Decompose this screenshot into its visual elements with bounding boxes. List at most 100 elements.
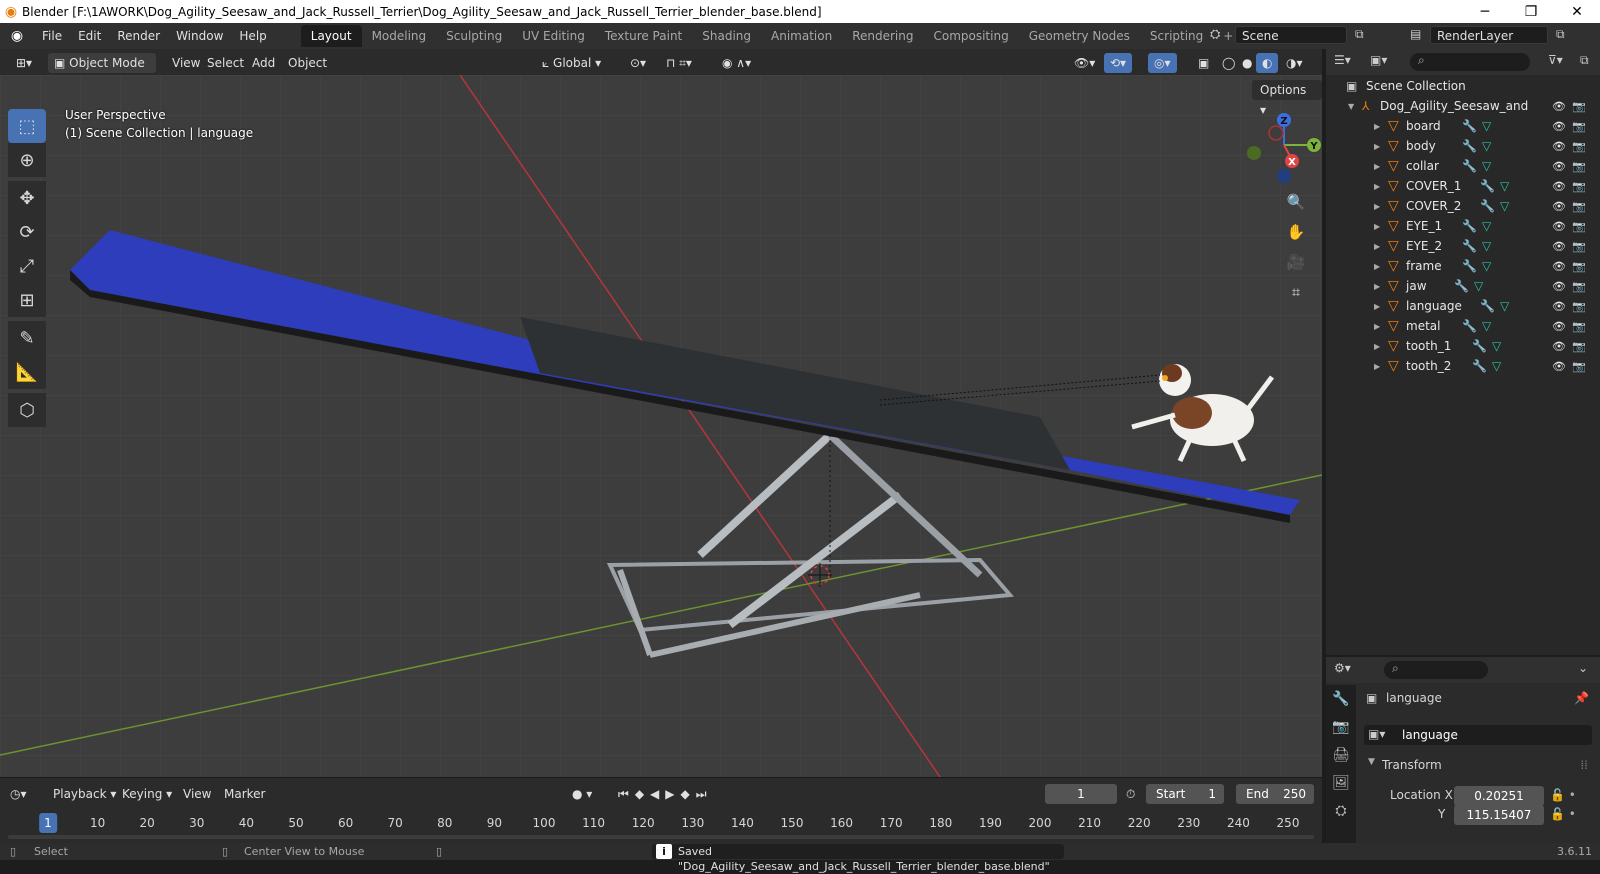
view-layer-tab-icon[interactable]: 🖼: [1326, 769, 1356, 797]
camera-icon[interactable]: 📷: [1572, 360, 1586, 373]
timeline-view-menu[interactable]: View: [183, 784, 211, 804]
expand-icon[interactable]: ▶: [1374, 282, 1380, 291]
pan-hand-icon[interactable]: ✋: [1283, 219, 1309, 245]
mesh-data-icon[interactable]: ▽: [1500, 299, 1509, 313]
tab-texture-paint[interactable]: Texture Paint: [595, 25, 692, 47]
modifier-wrench-icon[interactable]: 🔧: [1462, 319, 1477, 333]
expand-icon[interactable]: ▶: [1374, 182, 1380, 191]
scene-icon[interactable]: ⛭: [1210, 27, 1220, 42]
expand-icon[interactable]: ▶: [1374, 362, 1380, 371]
mesh-data-icon[interactable]: ▽: [1474, 279, 1483, 293]
start-frame-field[interactable]: Start 1: [1146, 784, 1224, 804]
modifier-wrench-icon[interactable]: 🔧: [1480, 299, 1495, 313]
outliner-item-body[interactable]: ▶ ▽ body 🔧 ▽ 👁 📷: [1326, 136, 1600, 156]
mode-selector[interactable]: ▣ Object Mode ▾: [48, 53, 156, 90]
eye-icon[interactable]: 👁: [1552, 260, 1566, 273]
camera-icon[interactable]: 📷: [1572, 280, 1586, 293]
eye-icon[interactable]: 👁: [1552, 120, 1566, 133]
render-layer-selector[interactable]: RenderLayer: [1430, 26, 1548, 44]
end-frame-field[interactable]: End 250: [1236, 784, 1314, 804]
render-layer-icon[interactable]: ▤: [1410, 27, 1421, 41]
marker-menu[interactable]: Marker: [224, 784, 265, 804]
rotate-tool-icon[interactable]: ⟳: [8, 215, 46, 249]
expand-icon[interactable]: ▶: [1374, 342, 1380, 351]
mesh-data-icon[interactable]: ▽: [1500, 179, 1509, 193]
tab-sculpting[interactable]: Sculpting: [436, 25, 512, 47]
eye-icon[interactable]: 👁: [1552, 160, 1566, 173]
properties-editor-type-icon[interactable]: ⚙▾: [1334, 661, 1351, 675]
eye-icon[interactable]: 👁: [1552, 280, 1566, 293]
select-menu[interactable]: Select: [201, 53, 250, 73]
scene-tab-icon[interactable]: ⛭: [1326, 797, 1356, 825]
tab-modeling[interactable]: Modeling: [362, 25, 437, 47]
lock-icon[interactable]: 🔓 •: [1550, 807, 1576, 821]
playback-menu[interactable]: Playback ▾: [53, 784, 116, 804]
modifier-wrench-icon[interactable]: 🔧: [1462, 239, 1477, 253]
camera-icon[interactable]: 📷: [1572, 140, 1586, 153]
next-keyframe-icon[interactable]: ◆: [681, 787, 696, 801]
ortho-grid-icon[interactable]: ⌗: [1283, 279, 1309, 305]
scene-selector[interactable]: Scene: [1235, 26, 1347, 44]
gizmo-toggle-icon[interactable]: ⟲▾: [1104, 53, 1133, 73]
mesh-data-icon[interactable]: ▽: [1482, 319, 1491, 333]
chevron-down-icon[interactable]: ⌄: [1578, 661, 1588, 675]
3d-viewport[interactable]: Z Y X ⬚ ⊕ ✥ ⟳ ⤢ ⊞ ✎ 📐 ⬡ User Perspective…: [0, 75, 1322, 777]
menu-help[interactable]: Help: [231, 23, 274, 49]
eye-icon[interactable]: 👁: [1552, 360, 1566, 373]
menu-edit[interactable]: Edit: [70, 23, 109, 49]
camera-icon[interactable]: 📷: [1572, 320, 1586, 333]
camera-icon[interactable]: 📷: [1572, 180, 1586, 193]
expand-icon[interactable]: ▶: [1374, 162, 1380, 171]
location-x-field[interactable]: 0.20251: [1454, 786, 1544, 806]
timer-icon[interactable]: ⏱: [1126, 784, 1135, 804]
zoom-icon[interactable]: 🔍: [1283, 189, 1309, 215]
eye-icon[interactable]: 👁: [1552, 100, 1566, 113]
outliner-editor-type-icon[interactable]: ☰▾: [1334, 53, 1351, 67]
shading-material-icon[interactable]: ◐: [1256, 53, 1279, 73]
expand-icon[interactable]: ▶: [1374, 262, 1380, 271]
xray-icon[interactable]: ▣: [1192, 53, 1215, 73]
camera-icon[interactable]: 📷: [1572, 260, 1586, 273]
outliner-item-eye_1[interactable]: ▶ ▽ EYE_1 🔧 ▽ 👁 📷: [1326, 216, 1600, 236]
camera-icon[interactable]: 📷: [1572, 120, 1586, 133]
restore-icon[interactable]: ❐: [1508, 0, 1554, 23]
expand-icon[interactable]: ▶: [1374, 222, 1380, 231]
expand-icon[interactable]: ▶: [1374, 202, 1380, 211]
modifier-wrench-icon[interactable]: 🔧: [1472, 359, 1487, 373]
keying-menu[interactable]: Keying ▾: [122, 784, 172, 804]
camera-icon[interactable]: 📷: [1572, 300, 1586, 313]
camera-view-icon[interactable]: 🎥: [1283, 249, 1309, 275]
output-tab-icon[interactable]: 🖨: [1326, 741, 1356, 769]
jump-start-icon[interactable]: ⏮: [618, 787, 635, 801]
scale-tool-icon[interactable]: ⤢: [8, 249, 46, 283]
pivot-icon[interactable]: ⊙▾: [624, 53, 652, 73]
new-scene-icon[interactable]: ⧉: [1355, 27, 1364, 42]
transform-panel-header[interactable]: ▼ Transform ⁞⁞: [1364, 755, 1592, 775]
tab-scripting[interactable]: Scripting: [1140, 25, 1213, 47]
blender-menu-icon[interactable]: ◉: [0, 28, 34, 44]
mesh-data-icon[interactable]: ▽: [1492, 339, 1501, 353]
camera-icon[interactable]: 📷: [1572, 100, 1586, 113]
mesh-data-icon[interactable]: ▽: [1482, 219, 1491, 233]
modifier-wrench-icon[interactable]: 🔧: [1462, 219, 1477, 233]
mesh-data-icon[interactable]: ▽: [1482, 159, 1491, 173]
drag-handle-icon[interactable]: ⁞⁞: [1580, 758, 1588, 772]
outliner-item-jaw[interactable]: ▶ ▽ jaw 🔧 ▽ 👁 📷: [1326, 276, 1600, 296]
record-icon[interactable]: ● ▾: [572, 784, 592, 804]
modifier-wrench-icon[interactable]: 🔧: [1462, 119, 1477, 133]
new-collection-icon[interactable]: ⧉: [1580, 53, 1589, 68]
snap-icon[interactable]: ⊓ ⌗▾: [660, 53, 698, 73]
camera-icon[interactable]: 📷: [1572, 240, 1586, 253]
mesh-data-icon[interactable]: ▽: [1482, 259, 1491, 273]
current-frame-marker[interactable]: 1: [39, 813, 57, 833]
eye-icon[interactable]: 👁: [1552, 240, 1566, 253]
expand-icon[interactable]: ▶: [1374, 142, 1380, 151]
filter-icon[interactable]: ⊽▾: [1548, 53, 1563, 67]
outliner-item-collar[interactable]: ▶ ▽ collar 🔧 ▽ 👁 📷: [1326, 156, 1600, 176]
new-layer-icon[interactable]: ⧉: [1556, 27, 1565, 42]
add-cube-tool-icon[interactable]: ⬡: [8, 393, 46, 427]
outliner-item-tooth_1[interactable]: ▶ ▽ tooth_1 🔧 ▽ 👁 📷: [1326, 336, 1600, 356]
outliner-item-cover_2[interactable]: ▶ ▽ COVER_2 🔧 ▽ 👁 📷: [1326, 196, 1600, 216]
prev-keyframe-icon[interactable]: ◆: [635, 787, 650, 801]
transform-orientation-selector[interactable]: ⟀ Global ▾: [536, 53, 614, 73]
